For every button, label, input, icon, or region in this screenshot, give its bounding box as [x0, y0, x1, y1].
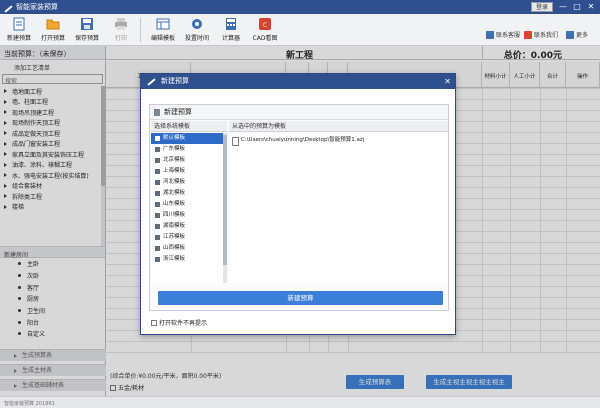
checkbox-box [151, 319, 157, 326]
status-bar: 智能家装预算 2018R1 [0, 396, 600, 408]
mail-icon [524, 30, 532, 39]
dialog-title: 新建预算 [161, 77, 189, 85]
login-button[interactable]: 登录 [530, 2, 553, 12]
template-item[interactable]: 广东模板 [151, 144, 226, 155]
dialog-close-icon[interactable]: ✕ [444, 74, 451, 89]
template-item[interactable]: 上海模板 [151, 166, 226, 177]
template-item[interactable]: 江苏模板 [151, 232, 226, 243]
calculator-icon [226, 18, 236, 30]
template-icon [156, 18, 170, 30]
template-item[interactable]: 默认模板 [151, 133, 226, 144]
contact-service-link[interactable]: 联系客服 [486, 30, 520, 39]
dialog-logo-icon [146, 77, 156, 87]
contact-us-link[interactable]: 联系我们 [524, 30, 558, 39]
toolbar-divider [140, 18, 141, 42]
more-link[interactable]: 更多 [566, 30, 588, 39]
dialog-title-bar: 新建预算 ✕ [141, 74, 455, 89]
dialog-inner-title: 新建预算 [150, 105, 448, 120]
budget-file-item[interactable]: C:\Users\chuaiyunning\Desktop\智能预算1.azj [229, 135, 448, 146]
new-budget-button[interactable]: 新建预算 [2, 16, 36, 42]
template-item[interactable]: 四川模板 [151, 210, 226, 221]
cad-icon: C [259, 18, 271, 30]
gear-icon [192, 19, 202, 29]
new-file-icon [13, 17, 25, 31]
edit-template-button[interactable]: 编辑模板 [146, 16, 180, 42]
template-scrollbar[interactable] [223, 133, 227, 283]
folder-icon [46, 19, 60, 30]
template-item[interactable]: 山东模板 [151, 199, 226, 210]
toolbar: 新建预算 打开预算 保存预算 打印 编辑模板 投置时间 计算器 C CAD看图 … [0, 14, 600, 46]
headset-icon [486, 30, 494, 39]
existing-budget-list: C:\Users\chuaiyunning\Desktop\智能预算1.azj [229, 133, 448, 283]
title-bar: 智能家装预算 登录 — □ ✕ [0, 0, 600, 14]
no-show-checkbox[interactable]: 打开软件不再提示 [151, 318, 207, 327]
close-icon[interactable]: ✕ [584, 0, 598, 14]
app-title: 智能家装预算 [16, 3, 58, 11]
minimize-icon[interactable]: — [556, 0, 570, 14]
grid-icon [566, 30, 574, 39]
save-budget-button[interactable]: 保存预算 [70, 16, 104, 42]
open-budget-button[interactable]: 打开预算 [36, 16, 70, 42]
from-budget-header: 从选中的预算为模板 [229, 121, 448, 132]
setup-time-button[interactable]: 投置时间 [180, 16, 214, 42]
template-item[interactable]: 湖北模板 [151, 188, 226, 199]
calculator-button[interactable]: 计算器 [214, 16, 248, 42]
template-item[interactable]: 山西模板 [151, 243, 226, 254]
new-budget-dialog: 新建预算 ✕ 新建预算 选择系统模板 从选中的预算为模板 默认模板 广东模板 北京模… [140, 73, 456, 335]
cad-viewer-button[interactable]: C CAD看图 [248, 16, 282, 42]
template-item[interactable]: 浙江模板 [151, 254, 226, 265]
template-item[interactable]: 北京模板 [151, 155, 226, 166]
save-icon [81, 18, 93, 30]
print-button[interactable]: 打印 [104, 16, 138, 42]
system-template-header: 选择系统模板 [151, 121, 227, 132]
dialog-body: 新建预算 选择系统模板 从选中的预算为模板 默认模板 广东模板 北京模板 上海模板 河北… [149, 104, 449, 311]
template-item[interactable]: 河北模板 [151, 177, 226, 188]
template-list: 默认模板 广东模板 北京模板 上海模板 河北模板 湖北模板 山东模板 四川模板 湖南模板 江苏模板… [151, 133, 227, 283]
create-budget-button[interactable]: 新建预算 [158, 291, 443, 305]
printer-icon [115, 18, 127, 30]
svg-text:C: C [263, 22, 267, 29]
template-item[interactable]: 湖南模板 [151, 221, 226, 232]
maximize-icon[interactable]: □ [570, 0, 584, 14]
app-logo-icon [3, 2, 13, 12]
